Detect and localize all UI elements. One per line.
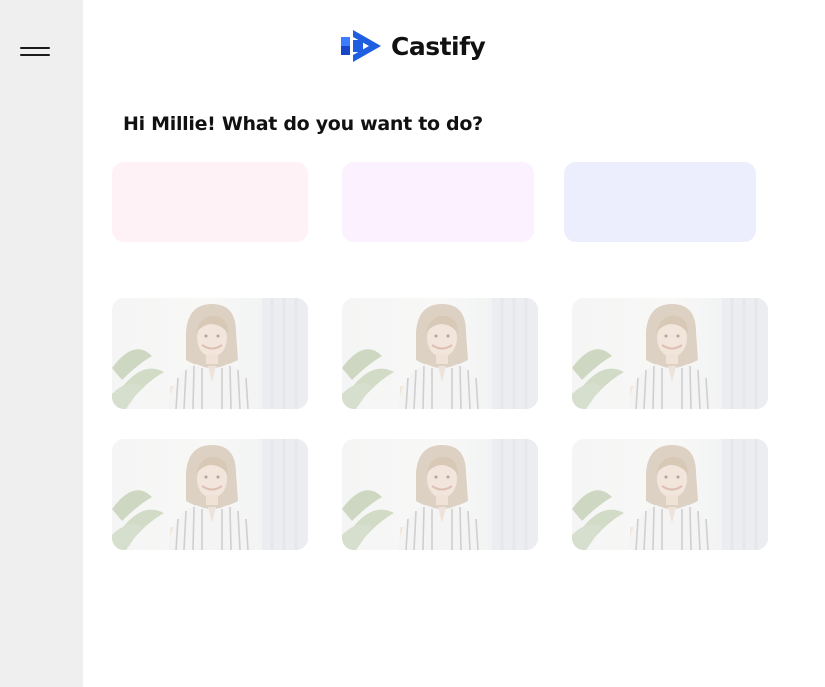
castify-logo-icon <box>341 30 381 62</box>
woman-portrait-image <box>342 439 538 550</box>
hamburger-menu-icon[interactable] <box>18 44 52 62</box>
video-thumbnail[interactable] <box>112 439 308 550</box>
video-thumbnail[interactable] <box>572 439 768 550</box>
woman-portrait-image <box>342 298 538 409</box>
video-thumbnail[interactable] <box>112 298 308 409</box>
action-card-2[interactable] <box>342 162 534 242</box>
logo-text: Castify <box>391 31 486 61</box>
woman-portrait-image <box>572 439 768 550</box>
woman-portrait-image <box>572 298 768 409</box>
menu-line <box>20 54 50 56</box>
app: Castify Hi Millie! What do you want to d… <box>0 0 825 687</box>
sidebar <box>0 0 83 687</box>
video-thumbnail[interactable] <box>342 298 538 409</box>
menu-line <box>20 47 50 49</box>
page-greeting: Hi Millie! What do you want to do? <box>123 113 483 135</box>
video-thumbnail[interactable] <box>342 439 538 550</box>
action-card-1[interactable] <box>112 162 308 242</box>
main-content: Castify Hi Millie! What do you want to d… <box>83 0 825 687</box>
action-card-3[interactable] <box>564 162 756 242</box>
video-thumbnail[interactable] <box>572 298 768 409</box>
castify-logo[interactable]: Castify <box>341 28 486 64</box>
woman-portrait-image <box>112 298 308 409</box>
woman-portrait-image <box>112 439 308 550</box>
